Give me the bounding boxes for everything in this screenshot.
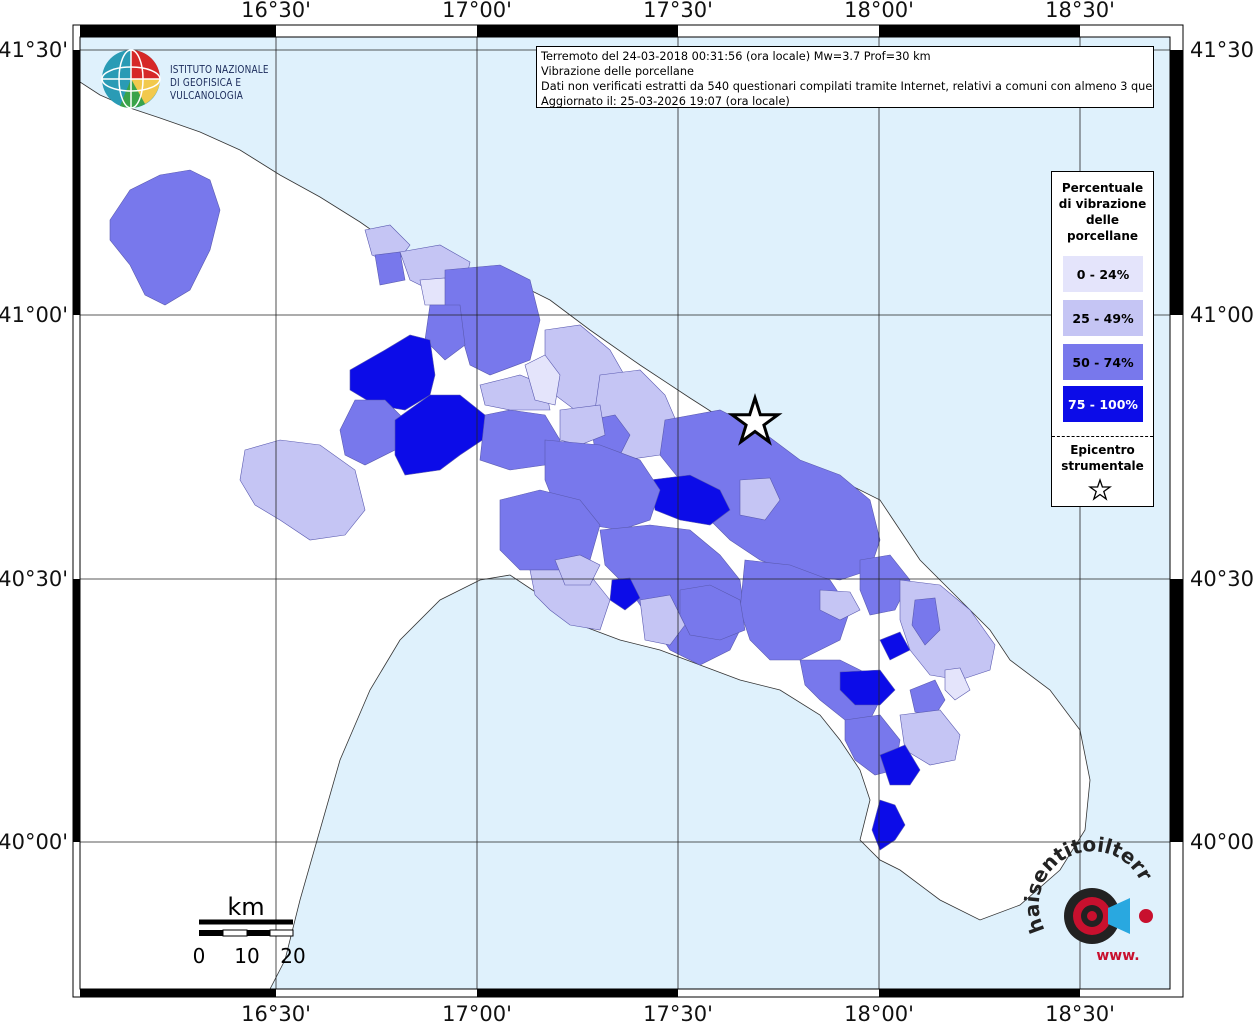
event-info-line: Aggiornato il: 25-03-2026 19:07 (ora loc…: [541, 95, 790, 108]
scale-tick-label: 10: [234, 944, 259, 968]
star-outline-icon: [1088, 478, 1112, 501]
legend-epicenter-label: Epicentro strumentale: [1052, 442, 1153, 474]
lon-label: 17°00': [442, 1002, 512, 1024]
longitude-labels-top: 16°30' 17°00' 17°30' 18°00' 18°30': [241, 0, 1115, 22]
lon-label: 18°30': [1045, 0, 1115, 22]
legend-title-line: di vibrazione: [1058, 197, 1147, 211]
legend-title-line: delle: [1085, 213, 1120, 227]
scale-tick-label: 0: [193, 944, 206, 968]
legend-epicenter-line: Epicentro: [1070, 443, 1135, 457]
lon-label: 18°00': [844, 0, 914, 22]
legend-divider: [1052, 436, 1153, 437]
globe-logo-icon: [101, 49, 161, 109]
legend-title: Percentuale di vibrazione delle porcella…: [1052, 172, 1153, 244]
lon-label: 16°30': [241, 1002, 311, 1024]
event-info-line: Terremoto del 24-03-2018 00:31:56 (ora l…: [541, 50, 931, 63]
lon-label: 16°30': [241, 0, 311, 22]
event-info-box: Terremoto del 24-03-2018 00:31:56 (ora l…: [536, 46, 1154, 108]
longitude-labels-bottom: 16°30' 17°00' 17°30' 18°00' 18°30': [241, 1002, 1115, 1024]
legend-item-0-24: 0 - 24%: [1063, 256, 1143, 292]
legend-title-line: porcellane: [1066, 229, 1138, 243]
legend-title-line: Percentuale: [1061, 181, 1144, 195]
lat-label: 40°00': [0, 830, 68, 854]
event-info-line: Vibrazione delle porcellane: [541, 65, 694, 78]
map-legend: Percentuale di vibrazione delle porcella…: [1051, 171, 1154, 507]
legend-item-25-49: 25 - 49%: [1063, 300, 1143, 336]
latitude-labels-left: 41°30' 41°00' 40°30' 40°00': [0, 38, 68, 854]
lon-label: 18°00': [844, 1002, 914, 1024]
ingv-name-line2: DI GEOFISICA E VULCANOLOGIA: [170, 77, 244, 102]
lat-label: 41°30': [0, 38, 68, 62]
lon-label: 17°00': [442, 0, 512, 22]
ingv-logo: ISTITUTO NAZIONALE DI GEOFISICA E VULCAN…: [100, 48, 340, 110]
latitude-labels-right: 41°30' 41°00' 40°30' 40°00': [1190, 38, 1255, 854]
lat-label: 40°30': [0, 567, 68, 591]
legend-item-75-100: 75 - 100%: [1063, 386, 1143, 422]
legend-item-50-74: 50 - 74%: [1063, 344, 1143, 380]
legend-epicenter-line: strumentale: [1061, 459, 1144, 473]
lon-label: 17°30': [643, 0, 713, 22]
lon-label: 17°30': [643, 1002, 713, 1024]
lat-label: 40°00': [1190, 830, 1255, 854]
hsit-logo-url: www.: [1096, 948, 1139, 964]
intensity-map: 16°30' 17°00' 17°30' 18°00' 18°30' 16°30…: [0, 0, 1255, 1024]
lat-label: 40°30': [1190, 567, 1255, 591]
municipality-area: [374, 251, 406, 286]
lat-label: 41°00': [0, 303, 68, 327]
lat-label: 41°30': [1190, 38, 1255, 62]
ingv-name-line1: ISTITUTO NAZIONALE: [170, 64, 269, 76]
scale-unit: km: [227, 893, 264, 921]
lat-label: 41°00': [1190, 303, 1255, 327]
scale-tick-label: 20: [280, 944, 305, 968]
event-info-line: Dati non verificati estratti da 540 ques…: [541, 80, 1154, 93]
lon-label: 18°30': [1045, 1002, 1115, 1024]
